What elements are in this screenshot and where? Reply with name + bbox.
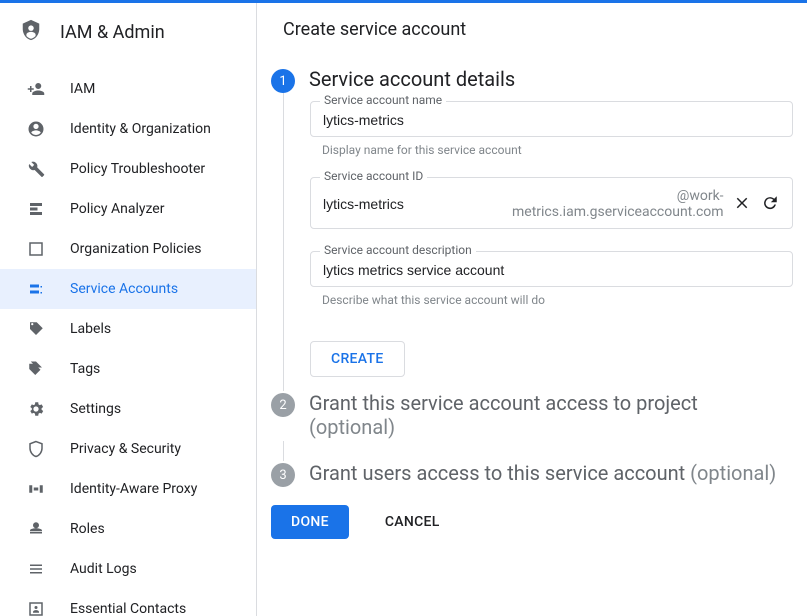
sidebar-item-identity-aware-proxy[interactable]: Identity-Aware Proxy: [0, 469, 256, 509]
sidebar-item-label: Tags: [70, 361, 100, 377]
layout-columns: IAM & Admin IAM Identity & Organization …: [0, 3, 807, 616]
sidebar-item-label: Settings: [70, 401, 121, 417]
list-icon: [26, 559, 46, 579]
service-account-icon: [26, 279, 46, 299]
sidebar-item-service-accounts[interactable]: Service Accounts: [0, 269, 256, 309]
step-1-title: Service account details: [309, 67, 793, 91]
service-account-name-input[interactable]: [323, 112, 780, 128]
sidebar-item-identity-organization[interactable]: Identity & Organization: [0, 109, 256, 149]
service-account-id-field: Service account ID @work-metrics.iam.gse…: [310, 177, 793, 229]
footer-buttons: DONE CANCEL: [271, 505, 793, 539]
done-button[interactable]: DONE: [271, 505, 349, 539]
shield-outline-icon: [26, 439, 46, 459]
clear-id-button[interactable]: [732, 192, 752, 216]
id-field-label: Service account ID: [320, 169, 427, 183]
sidebar-header: IAM & Admin: [0, 3, 256, 61]
iam-admin-shield-icon: [20, 17, 42, 47]
wrench-icon: [26, 159, 46, 179]
main-content: 1 Service account details Service accoun…: [257, 57, 807, 616]
sidebar-item-labels[interactable]: Labels: [0, 309, 256, 349]
sidebar-item-label: Identity & Organization: [70, 121, 211, 137]
contacts-icon: [26, 599, 46, 616]
sidebar-item-tags[interactable]: Tags: [0, 349, 256, 389]
sidebar-item-label: Essential Contacts: [70, 601, 186, 616]
step-1-header: 1 Service account details: [271, 67, 793, 93]
sidebar-item-label: Labels: [70, 321, 111, 337]
person-circle-icon: [26, 119, 46, 139]
sidebar-item-label: Identity-Aware Proxy: [70, 481, 197, 497]
main-pane: Create service account 1 Service account…: [257, 3, 807, 616]
refresh-id-button[interactable]: [760, 192, 780, 216]
description-field-label: Service account description: [320, 243, 476, 257]
step-1-content: Service account name Display name for th…: [283, 93, 793, 391]
step-3-optional: (optional): [690, 461, 776, 485]
roles-icon: [26, 519, 46, 539]
gear-icon: [26, 399, 46, 419]
sidebar-item-privacy-security[interactable]: Privacy & Security: [0, 429, 256, 469]
sidebar-item-policy-analyzer[interactable]: Policy Analyzer: [0, 189, 256, 229]
sidebar-item-roles[interactable]: Roles: [0, 509, 256, 549]
sidebar-item-label: Roles: [70, 521, 105, 537]
sidebar-item-label: Organization Policies: [70, 241, 202, 257]
name-field-label: Service account name: [320, 93, 446, 107]
sidebar-list: IAM Identity & Organization Policy Troub…: [0, 61, 256, 616]
description-field-helper: Describe what this service account will …: [322, 293, 793, 307]
refresh-icon: [761, 194, 779, 215]
create-button[interactable]: CREATE: [310, 341, 405, 377]
step-3-title: Grant users access to this service accou…: [309, 461, 793, 485]
step-3-title-text: Grant users access to this service accou…: [309, 461, 690, 485]
sidebar-item-label: Privacy & Security: [70, 441, 181, 457]
sidebar: IAM & Admin IAM Identity & Organization …: [0, 3, 257, 616]
step-2-title: Grant this service account access to pro…: [309, 391, 793, 439]
sidebar-item-organization-policies[interactable]: Organization Policies: [0, 229, 256, 269]
step-1-number: 1: [271, 69, 295, 93]
sidebar-item-label: Policy Analyzer: [70, 201, 164, 217]
step-2-optional: (optional): [309, 415, 395, 439]
sidebar-title: IAM & Admin: [60, 22, 165, 43]
sidebar-item-label: Policy Troubleshooter: [70, 161, 205, 177]
proxy-icon: [26, 479, 46, 499]
step-3-header[interactable]: 3 Grant users access to this service acc…: [271, 461, 793, 487]
sidebar-item-label: Service Accounts: [70, 281, 178, 297]
tag-icon: [26, 319, 46, 339]
name-field-helper: Display name for this service account: [322, 143, 793, 157]
analyzer-icon: [26, 199, 46, 219]
sidebar-item-settings[interactable]: Settings: [0, 389, 256, 429]
service-account-description-field: Service account description: [310, 251, 793, 287]
cancel-button[interactable]: CANCEL: [365, 505, 460, 539]
sidebar-item-essential-contacts[interactable]: Essential Contacts: [0, 589, 256, 616]
sidebar-item-label: IAM: [70, 81, 95, 97]
service-account-description-input[interactable]: [323, 262, 780, 278]
service-account-name-field: Service account name: [310, 101, 793, 137]
id-suffix-text: @work-metrics.iam.gserviceaccount.com: [512, 188, 724, 220]
sidebar-item-policy-troubleshooter[interactable]: Policy Troubleshooter: [0, 149, 256, 189]
step-2-header[interactable]: 2 Grant this service account access to p…: [271, 391, 793, 441]
step-2-title-text: Grant this service account access to pro…: [309, 391, 698, 415]
sidebar-item-label: Audit Logs: [70, 561, 137, 577]
page-title: Create service account: [257, 3, 807, 57]
tags-icon: [26, 359, 46, 379]
sidebar-item-iam[interactable]: IAM: [0, 69, 256, 109]
service-account-id-input[interactable]: [323, 196, 504, 212]
close-icon: [733, 194, 751, 215]
document-icon: [26, 239, 46, 259]
sidebar-item-audit-logs[interactable]: Audit Logs: [0, 549, 256, 589]
step-2-content: [283, 441, 793, 461]
step-2-number: 2: [271, 393, 295, 417]
step-3-number: 3: [271, 463, 295, 487]
person-add-icon: [26, 79, 46, 99]
